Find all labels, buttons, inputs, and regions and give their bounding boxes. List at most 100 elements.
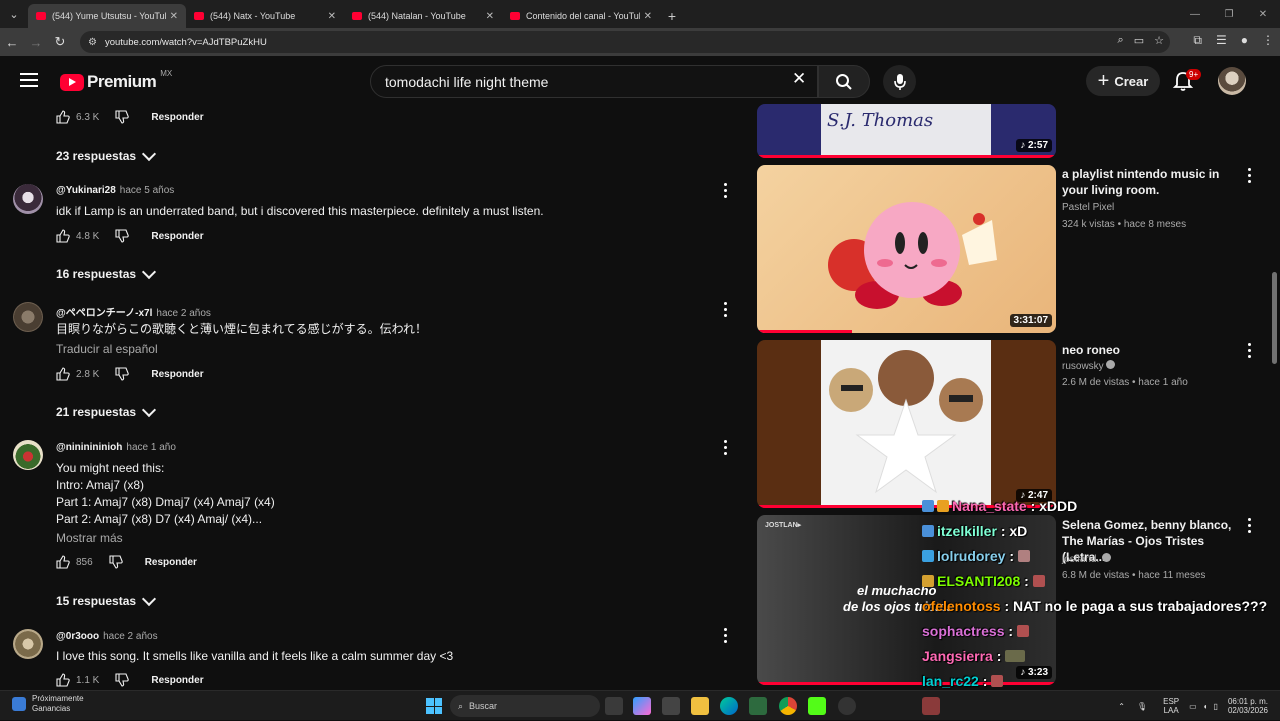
thumbnail-text: S.J. Thomas (827, 110, 934, 131)
browser-menu-icon[interactable]: ⋮ (1262, 33, 1274, 48)
edge-icon[interactable] (720, 697, 738, 715)
thumbs-up-icon[interactable] (56, 555, 70, 569)
reading-list-icon[interactable]: ☰ (1216, 33, 1227, 48)
comment-menu-icon[interactable] (724, 440, 728, 456)
close-icon[interactable]: ✕ (170, 11, 178, 22)
app-icon[interactable] (838, 697, 856, 715)
avatar[interactable] (13, 629, 43, 659)
extensions-icon[interactable]: ⧉ (1193, 33, 1202, 48)
video-thumbnail[interactable]: 3:31:07 (757, 165, 1056, 333)
store-icon[interactable] (662, 697, 680, 715)
forward-icon[interactable]: → (24, 35, 48, 50)
battery-icon[interactable]: ▯ (1214, 702, 1218, 711)
thumbs-down-icon[interactable] (115, 673, 130, 687)
video-title[interactable]: neo roneo (1062, 342, 1242, 358)
excel-icon[interactable] (749, 697, 767, 715)
view-replies-button[interactable]: 16 respuestas (56, 264, 157, 281)
comment-author[interactable]: @Yukinari28 hace 5 años (56, 185, 174, 196)
comment-author[interactable]: @nininininioh hace 1 año (56, 442, 176, 453)
start-button[interactable] (426, 698, 442, 714)
new-tab-button[interactable]: + (660, 4, 684, 28)
video-menu-icon[interactable] (1248, 343, 1252, 359)
video-meta: 2.6 M de vistas • hace 1 año (1062, 377, 1188, 388)
chrome-icon[interactable] (779, 697, 797, 715)
thumbs-down-icon[interactable] (115, 229, 130, 243)
tab-search-icon[interactable]: ⌄ (0, 0, 28, 28)
thumbs-down-icon[interactable] (109, 555, 123, 569)
thumbs-down-icon[interactable] (115, 110, 130, 124)
comment-menu-icon[interactable] (724, 302, 728, 318)
back-icon[interactable]: ← (0, 35, 24, 50)
video-menu-icon[interactable] (1248, 168, 1252, 184)
view-replies-button[interactable]: 21 respuestas (56, 402, 157, 419)
reply-button[interactable]: Responder (151, 369, 203, 380)
profile-icon[interactable]: ● (1241, 33, 1248, 48)
taskbar-search[interactable]: ⌕ Buscar (450, 695, 600, 717)
show-more-link[interactable]: Mostrar más (56, 531, 123, 545)
thumbs-up-icon[interactable] (56, 229, 70, 243)
avatar[interactable] (13, 440, 43, 470)
chevron-up-icon[interactable]: ⌃ (1118, 702, 1125, 711)
thumbs-up-icon[interactable] (56, 673, 70, 687)
reply-button[interactable]: Responder (145, 557, 197, 568)
file-explorer-icon[interactable] (691, 697, 709, 715)
close-icon[interactable]: ✕ (328, 11, 336, 22)
browser-tab[interactable]: (544) Natx - YouTube ✕ (186, 4, 344, 28)
restore-icon[interactable]: ❐ (1212, 0, 1246, 28)
thumbs-up-icon[interactable] (56, 367, 70, 381)
language-indicator[interactable]: ESP LAA (1163, 697, 1179, 715)
youtube-premium-logo[interactable]: Premium MX (60, 69, 172, 92)
avatar[interactable] (13, 302, 43, 332)
duration-text: 2:57 (1027, 140, 1048, 151)
browser-tab[interactable]: Contenido del canal - YouTube ✕ (502, 4, 660, 28)
clear-search-icon[interactable]: ✕ (792, 69, 806, 89)
channel-name[interactable]: Pastel Pixel (1062, 202, 1114, 213)
video-thumbnail[interactable]: ♪ 2:47 (757, 340, 1056, 508)
translate-link[interactable]: Traducir al español (56, 342, 158, 356)
thumbs-up-icon[interactable] (56, 110, 70, 124)
thumbs-down-icon[interactable] (115, 367, 130, 381)
browser-tab[interactable]: (544) Yume Utsutsu - YouTube ✕ (28, 4, 186, 28)
create-button[interactable]: + Crear (1086, 66, 1160, 96)
view-replies-button[interactable]: 15 respuestas (56, 591, 157, 608)
bookmark-star-icon[interactable]: ☆ (1154, 34, 1164, 47)
volume-icon[interactable]: ◖ (1203, 702, 1208, 711)
search-button[interactable] (818, 65, 870, 98)
url-field[interactable]: ⚙ youtube.com/watch?v=AJdTBPuZkHU ⌕ ▭ ☆ (80, 31, 1170, 53)
zoom-icon[interactable]: ⌕ (1118, 34, 1124, 47)
close-icon[interactable]: ✕ (486, 11, 494, 22)
minimize-icon[interactable]: — (1178, 0, 1212, 28)
account-avatar[interactable] (1218, 67, 1246, 95)
reload-icon[interactable]: ↻ (48, 34, 72, 50)
cast-icon[interactable]: ▭ (1134, 34, 1144, 47)
clock[interactable]: 06:01 p. m. 02/03/2026 (1228, 697, 1268, 715)
reply-button[interactable]: Responder (151, 112, 203, 123)
hamburger-menu-icon[interactable] (20, 73, 38, 87)
comment-actions: 2.8 K Responder (56, 367, 204, 381)
avatar[interactable] (13, 184, 43, 214)
video-title[interactable]: a playlist nintendo music in your living… (1062, 166, 1242, 198)
copilot-icon[interactable] (633, 697, 651, 715)
comment-menu-icon[interactable] (724, 628, 728, 644)
app-icon[interactable] (922, 697, 940, 715)
reply-button[interactable]: Responder (151, 231, 203, 242)
view-replies-button[interactable]: 23 respuestas (56, 146, 157, 163)
comment-author[interactable]: @0r3ooo hace 2 años (56, 631, 158, 642)
comment-menu-icon[interactable] (724, 183, 728, 199)
video-thumbnail[interactable]: S.J. Thomas ♪ 2:57 (757, 104, 1056, 158)
task-view-icon[interactable] (605, 697, 623, 715)
comment-author[interactable]: @ペペロンチーノ-x7l hace 2 años (56, 304, 211, 319)
browser-tab[interactable]: (544) Natalan - YouTube ✕ (344, 4, 502, 28)
channel-name[interactable]: rusowsky (1062, 360, 1116, 372)
page-scrollbar-thumb[interactable] (1272, 272, 1277, 364)
close-window-icon[interactable]: ✕ (1246, 0, 1280, 28)
site-info-icon[interactable]: ⚙ (88, 37, 97, 48)
reply-button[interactable]: Responder (151, 675, 203, 686)
widgets-button[interactable]: Próximamente Ganancias (12, 694, 84, 714)
network-icon[interactable]: ▭ (1189, 702, 1197, 711)
microphone-icon[interactable]: 🎙 (1137, 702, 1147, 711)
close-icon[interactable]: ✕ (644, 11, 652, 22)
voice-search-button[interactable] (883, 65, 916, 98)
search-input[interactable]: tomodachi life night theme (370, 65, 818, 98)
kick-icon[interactable] (808, 697, 826, 715)
